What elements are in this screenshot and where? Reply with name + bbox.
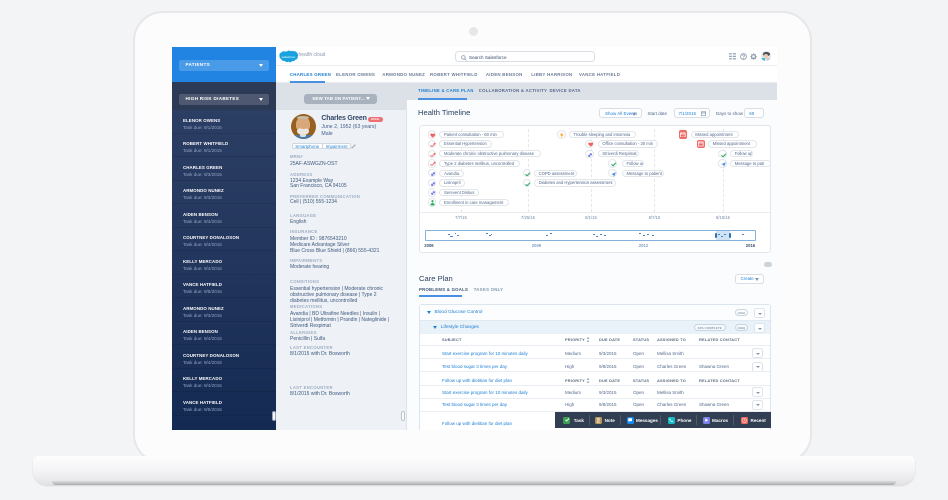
- svg-text:salesforce: salesforce: [282, 55, 296, 59]
